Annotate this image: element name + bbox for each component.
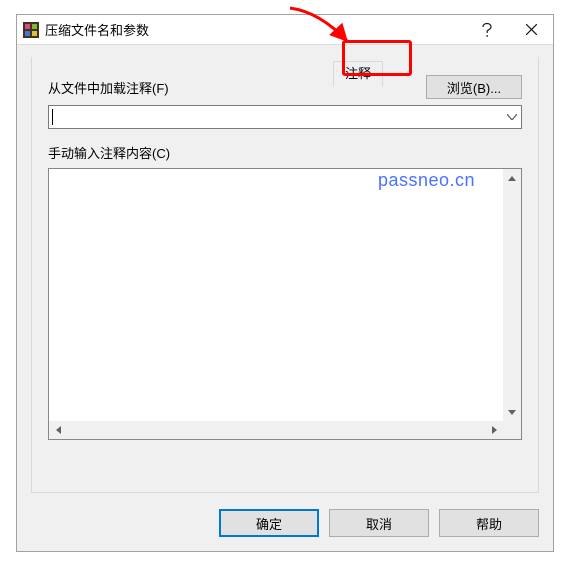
tab-panel-comment: 从文件中加载注释(F) 浏览(B)... 手动输入注释内容(C) [31,57,539,493]
ok-button-label: 确定 [256,514,282,533]
row-load-from-file: 从文件中加载注释(F) 浏览(B)... [48,75,522,99]
comment-textarea[interactable] [49,169,503,421]
help-button-bottom[interactable]: 帮助 [439,509,539,537]
scrollbar-corner [503,421,521,439]
cancel-button-label: 取消 [366,514,392,533]
chevron-down-icon[interactable] [503,106,521,128]
scrollbar-vertical[interactable] [503,169,521,421]
ok-button[interactable]: 确定 [219,509,319,537]
window-title: 压缩文件名和参数 [45,20,465,39]
text-cursor [52,109,53,125]
label-manual-input: 手动输入注释内容(C) [48,143,522,162]
label-load-from-file: 从文件中加载注释(F) [48,78,169,97]
close-button[interactable] [509,15,553,45]
scroll-up-icon[interactable] [503,169,521,187]
help-button[interactable] [465,15,509,45]
titlebar: 压缩文件名和参数 [17,15,553,45]
tab-label: 注释 [345,66,371,81]
scroll-left-icon[interactable] [49,421,67,439]
app-icon [23,22,39,38]
help-button-label: 帮助 [476,514,502,533]
scroll-down-icon[interactable] [503,403,521,421]
file-combo[interactable] [48,105,522,129]
dialog-buttons: 确定 取消 帮助 [219,509,539,537]
comment-textarea-wrap [48,168,522,440]
browse-button-label: 浏览(B)... [447,78,501,97]
scrollbar-horizontal[interactable] [49,421,503,439]
browse-button[interactable]: 浏览(B)... [426,75,522,99]
cancel-button[interactable]: 取消 [329,509,429,537]
tab-comment[interactable]: 注释 [333,61,383,87]
file-combo-input[interactable] [49,106,521,128]
dialog-window: 压缩文件名和参数 常规 高级 选项 文件 备份 时间 注释 从文件中加载注释(F… [16,14,554,552]
scroll-right-icon[interactable] [485,421,503,439]
